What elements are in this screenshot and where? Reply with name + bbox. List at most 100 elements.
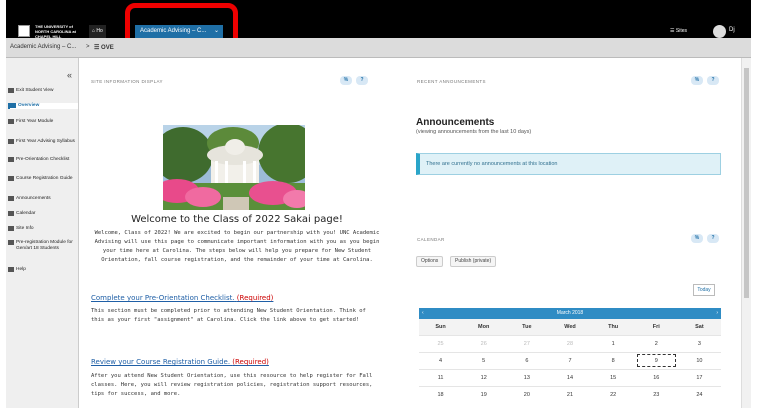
calendar-day-cell[interactable]: 8 (591, 352, 635, 369)
breadcrumb-separator: > (86, 44, 90, 50)
welcome-text: Welcome, Class of 2022! We are excited t… (94, 230, 380, 263)
lock-icon (8, 88, 14, 93)
calendar-day-cell[interactable]: 6 (505, 352, 549, 369)
old-well-photo (163, 125, 305, 210)
calendar-day-cell[interactable]: 27 (505, 335, 549, 352)
calendar-day-cell[interactable]: 15 (591, 369, 635, 386)
home-tab[interactable]: ⌂ Ho (89, 25, 106, 38)
calendar-day-cell[interactable]: 16 (634, 369, 678, 386)
sidebar-item-label: First Year Module (16, 119, 54, 124)
top-navigation-bar (6, 0, 751, 38)
site-info-panel-label: SITE INFORMATION DISPLAY (91, 79, 163, 84)
sidebar-item-announcements[interactable]: Announcements (8, 196, 78, 202)
calendar-day-cell[interactable]: 4 (419, 352, 463, 369)
calendar-day-cell[interactable]: 13 (505, 369, 549, 386)
sidebar-item-label: Pre-registration Module for Gen/art 18 S… (16, 240, 73, 251)
calendar-day-cell[interactable]: 23 (634, 386, 678, 403)
required-label: (Required) (236, 294, 274, 302)
calendar-day-cell[interactable]: 12 (462, 369, 506, 386)
calendar-day-cell[interactable]: 26 (462, 335, 506, 352)
sites-button[interactable]: ☰ Sites (670, 26, 687, 37)
calendar-day-cell[interactable]: 20 (505, 386, 549, 403)
calendar-day-cell[interactable]: 19 (462, 386, 506, 403)
calendar-day-cell[interactable]: 21 (548, 386, 592, 403)
scrollbar-thumb[interactable] (744, 68, 749, 298)
book-icon (8, 240, 14, 245)
sidebar-item-help[interactable]: Help (8, 267, 78, 273)
sidebar-item-first-year-module[interactable]: First Year Module (8, 119, 78, 125)
breadcrumb-site[interactable]: Academic Advising – C... (10, 44, 76, 50)
sidebar-item-calendar[interactable]: Calendar (8, 211, 78, 217)
sidebar-item-exit-student-view[interactable]: Exit Student View (8, 88, 78, 94)
sidebar-item-site-info[interactable]: Site Info (8, 226, 78, 232)
calendar-day-cell[interactable]: 2 (634, 335, 678, 352)
calendar-weekday-header: Tue (505, 319, 549, 335)
course-registration-description: After you attend New Student Orientation… (91, 373, 373, 397)
sidebar-item-first-year-syllabus[interactable]: First Year Advising Syllabus (8, 139, 78, 145)
calendar-prev-arrow[interactable]: ‹ (422, 308, 424, 319)
pre-orientation-checklist-link[interactable]: Complete your Pre-Orientation Checklist.… (91, 294, 273, 302)
calendar-header: ‹ March 2018 › (419, 308, 721, 319)
calendar-icon (8, 211, 14, 216)
sidebar-item-label: Overview (18, 103, 40, 108)
announcements-help-button[interactable]: ? (707, 76, 719, 85)
calendar-publish-button[interactable]: Publish (private) (450, 256, 497, 267)
sidebar-item-label: Announcements (16, 196, 51, 201)
announcements-title: Announcements (416, 117, 495, 128)
book-icon (8, 157, 14, 162)
gear-icon (8, 226, 14, 231)
calendar-day-cell[interactable]: 1 (591, 335, 635, 352)
breadcrumb: Academic Advising – C... > ☰ OVE (6, 38, 751, 58)
user-avatar[interactable] (713, 25, 726, 38)
calendar-today-button[interactable]: Today (693, 284, 715, 296)
required-label: (Required) (232, 358, 269, 366)
user-initials[interactable]: Dj (729, 27, 735, 33)
calendar-day-cell[interactable]: 10 (677, 352, 721, 369)
sites-label: Sites (675, 28, 687, 34)
sidebar-item-pre-orientation-checklist[interactable]: Pre-Orientation Checklist (8, 157, 78, 163)
collapse-sidebar-icon[interactable]: « (67, 70, 72, 80)
university-logo-icon[interactable] (18, 25, 30, 37)
calendar-day-cell[interactable]: 14 (548, 369, 592, 386)
sidebar-item-label: Course Registration Guide (16, 176, 73, 181)
course-registration-link-label[interactable]: Review your Course Registration Guide. (91, 358, 230, 366)
site-info-help-button[interactable]: ? (356, 76, 368, 85)
sidebar-item-label: Pre-Orientation Checklist (16, 157, 70, 162)
calendar-help-button[interactable]: ? (707, 234, 719, 243)
pre-orientation-link-label[interactable]: Complete your Pre-Orientation Checklist. (91, 294, 235, 302)
calendar-options-button[interactable]: Options (416, 256, 444, 267)
tool-sidebar: « Exit Student View Overview First Year … (6, 58, 79, 408)
pre-orientation-description: This section must be completed prior to … (91, 308, 366, 323)
calendar-day-cell[interactable]: 3 (677, 335, 721, 352)
course-registration-guide-link[interactable]: Review your Course Registration Guide. (… (91, 358, 269, 366)
university-logo-text[interactable]: THE UNIVERSITY of NORTH CAROLINA at CHAP… (35, 24, 85, 39)
calendar-day-cell[interactable]: 11 (419, 369, 463, 386)
calendar-day-cell[interactable]: 7 (548, 352, 592, 369)
sidebar-item-label: Calendar (16, 211, 36, 216)
calendar-day-cell[interactable]: 5 (462, 352, 506, 369)
calendar-weekday-header: Fri (634, 319, 678, 335)
calendar-day-cell[interactable]: 25 (419, 335, 463, 352)
book-icon (8, 176, 14, 181)
announcements-subtitle: (viewing announcements from the last 10 … (416, 129, 532, 135)
site-info-link-button[interactable]: % (340, 76, 352, 85)
announcements-panel-label: RECENT ANNOUNCEMENTS (417, 79, 486, 84)
sidebar-item-overview[interactable]: Overview (8, 103, 78, 109)
announcements-link-button[interactable]: % (691, 76, 703, 85)
calendar-day-cell[interactable]: 9 (634, 352, 678, 369)
calendar-day-cell[interactable]: 18 (419, 386, 463, 403)
calendar-link-button[interactable]: % (691, 234, 703, 243)
month-calendar: ‹ March 2018 › Sun Mon Tue Wed Thu Fri Sat 25 26… (419, 308, 721, 408)
calendar-day-cell[interactable]: 28 (548, 335, 592, 352)
calendar-day-cell[interactable]: 24 (677, 386, 721, 403)
calendar-weekday-header: Sun (419, 319, 463, 335)
sidebar-item-course-registration-guide[interactable]: Course Registration Guide (8, 176, 78, 182)
calendar-day-cell[interactable]: 22 (591, 386, 635, 403)
sidebar-item-label: First Year Advising Syllabus (16, 139, 75, 144)
sidebar-item-pre-registration-module[interactable]: Pre-registration Module for Gen/art 18 S… (8, 240, 78, 251)
calendar-weekday-header: Wed (548, 319, 592, 335)
calendar-day-cell[interactable]: 17 (677, 369, 721, 386)
calendar-next-arrow[interactable]: › (716, 308, 718, 319)
page-scrollbar[interactable] (741, 58, 751, 408)
sidebar-item-label: Exit Student View (16, 88, 54, 93)
